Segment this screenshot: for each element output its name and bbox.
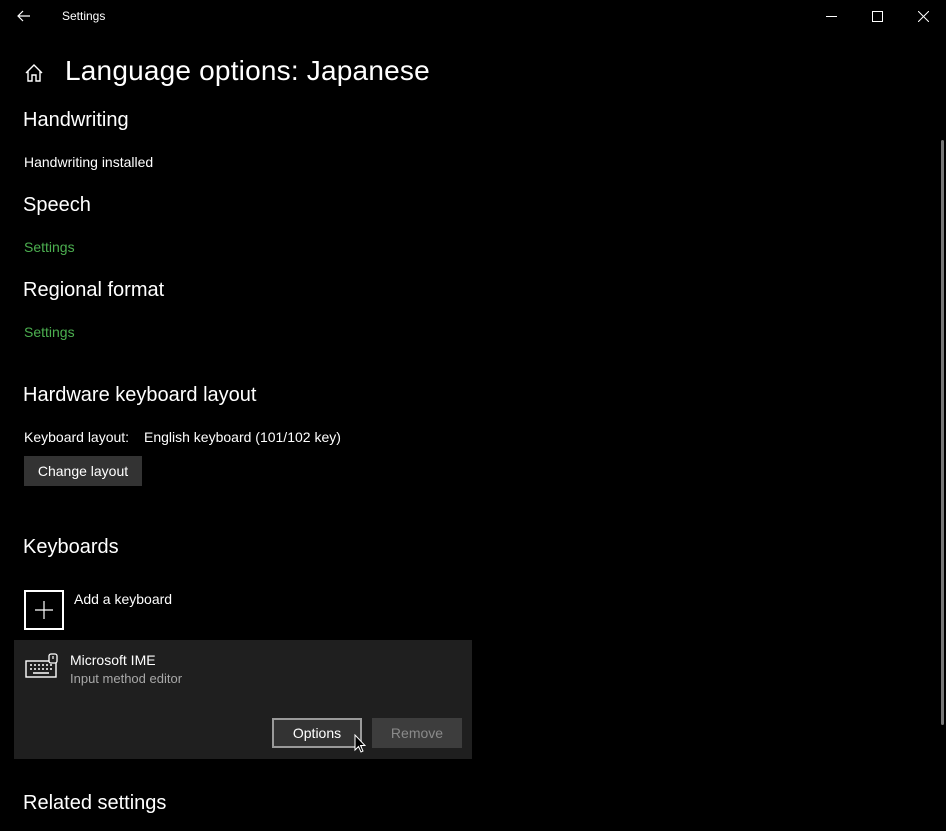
add-keyboard-label[interactable]: Add a keyboard	[74, 591, 172, 607]
keyboards-heading: Keyboards	[23, 536, 119, 558]
back-button[interactable]	[0, 0, 48, 32]
handwriting-heading: Handwriting	[23, 109, 129, 131]
speech-heading: Speech	[23, 194, 91, 216]
change-layout-button[interactable]: Change layout	[24, 456, 142, 486]
home-icon	[25, 64, 43, 82]
scrollbar[interactable]	[941, 140, 944, 725]
close-icon	[917, 10, 929, 22]
maximize-button[interactable]	[854, 0, 900, 32]
minimize-button[interactable]	[808, 0, 854, 32]
maximize-icon	[871, 10, 883, 22]
keyboard-name: Microsoft IME	[70, 652, 156, 668]
regional-format-heading: Regional format	[23, 279, 165, 301]
plus-icon	[35, 601, 53, 619]
home-button[interactable]	[22, 60, 46, 86]
remove-button[interactable]: Remove	[372, 718, 462, 748]
options-button[interactable]: Options	[272, 718, 362, 748]
hardware-keyboard-heading: Hardware keyboard layout	[23, 384, 257, 406]
mouse-cursor	[354, 733, 367, 758]
close-button[interactable]	[900, 0, 946, 32]
keyboard-layout-label: Keyboard layout:	[24, 429, 130, 445]
keyboard-description: Input method editor	[70, 671, 183, 686]
related-settings-heading: Related settings	[23, 792, 167, 814]
keyboard-layout-value: English keyboard (101/102 key)	[144, 429, 341, 445]
minimize-icon	[825, 15, 837, 17]
add-keyboard-button[interactable]	[24, 590, 64, 630]
back-arrow-icon	[17, 10, 30, 22]
keyboard-icon	[25, 653, 59, 684]
regional-settings-link[interactable]: Settings	[24, 324, 75, 340]
handwriting-status: Handwriting installed	[24, 154, 154, 170]
window-title: Settings	[62, 9, 106, 23]
speech-settings-link[interactable]: Settings	[24, 239, 75, 255]
page-title: Language options: Japanese	[65, 55, 430, 86]
